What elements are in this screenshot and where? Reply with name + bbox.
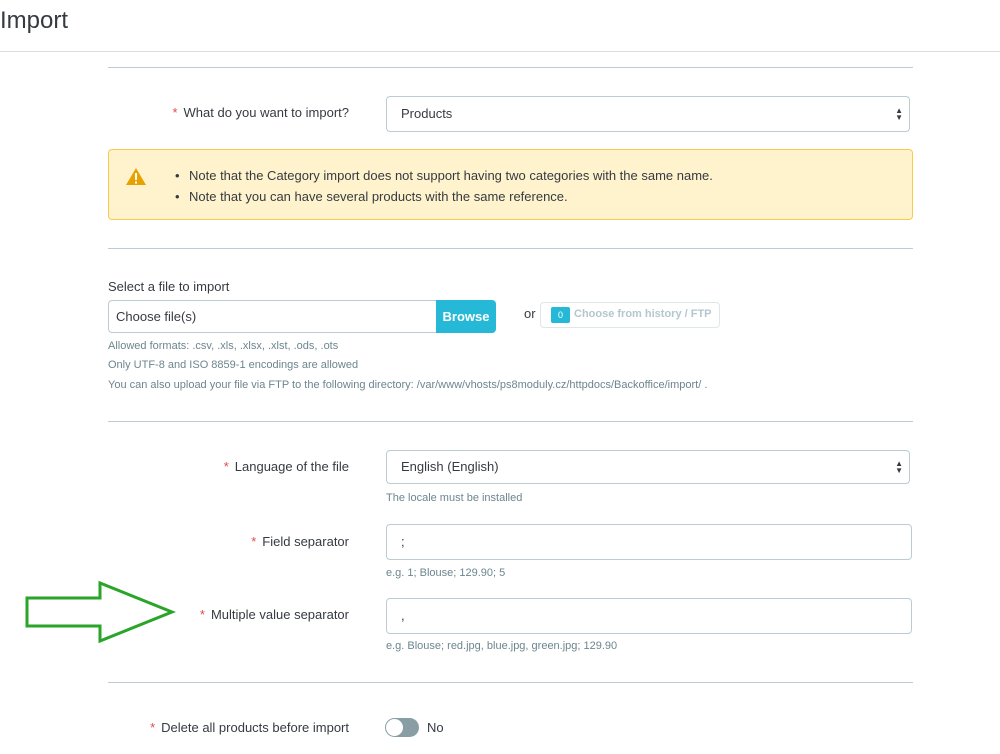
- browse-button[interactable]: Browse: [436, 300, 496, 333]
- language-select[interactable]: English (English) ▲ ▼: [386, 450, 910, 484]
- notes-list: Note that the Category import does not s…: [175, 165, 713, 207]
- history-ftp-label: Choose from history / FTP: [574, 308, 712, 320]
- page-title: Import: [0, 7, 69, 34]
- title-divider: [0, 51, 1000, 52]
- language-help: The locale must be installed: [386, 492, 523, 504]
- or-label: or: [524, 306, 536, 321]
- note-item: Note that the Category import does not s…: [175, 165, 713, 186]
- note-item: Note that you can have several products …: [175, 186, 713, 207]
- warning-triangle-icon: [126, 168, 146, 185]
- allowed-formats-help: Allowed formats: .csv, .xls, .xlsx, .xls…: [108, 340, 339, 352]
- section-divider: [108, 248, 913, 249]
- ftp-directory-help: You can also upload your file via FTP to…: [108, 379, 708, 391]
- field-separator-label: * Field separator: [251, 534, 349, 549]
- delete-products-state: No: [427, 720, 444, 735]
- language-label: * Language of the file: [223, 459, 349, 474]
- history-ftp-button[interactable]: 0 Choose from history / FTP: [540, 302, 720, 328]
- import-type-label: * What do you want to import?: [172, 105, 349, 120]
- field-separator-input[interactable]: ;: [386, 524, 912, 560]
- delete-products-toggle[interactable]: [385, 718, 419, 737]
- required-marker: *: [172, 105, 178, 120]
- import-type-select[interactable]: Products ▲ ▼: [386, 96, 910, 132]
- delete-products-label: * Delete all products before import: [150, 720, 349, 735]
- select-caret-icon: ▲ ▼: [895, 106, 903, 122]
- file-input[interactable]: Choose file(s): [108, 300, 436, 333]
- section-divider: [108, 67, 913, 68]
- multiple-separator-help: e.g. Blouse; red.jpg, blue.jpg, green.jp…: [386, 640, 618, 652]
- warning-alert: Note that the Category import does not s…: [108, 149, 913, 220]
- encodings-help: Only UTF-8 and ISO 8859-1 encodings are …: [108, 359, 359, 371]
- field-separator-help: e.g. 1; Blouse; 129.90; 5: [386, 567, 506, 579]
- history-count-badge: 0: [551, 307, 570, 323]
- multiple-separator-input[interactable]: ,: [386, 598, 912, 634]
- file-label: Select a file to import: [108, 279, 230, 294]
- section-divider: [108, 682, 913, 683]
- select-caret-icon: ▲ ▼: [895, 459, 903, 475]
- section-divider: [108, 421, 913, 422]
- toggle-knob: [386, 719, 403, 736]
- multiple-separator-label: * Multiple value separator: [199, 607, 349, 622]
